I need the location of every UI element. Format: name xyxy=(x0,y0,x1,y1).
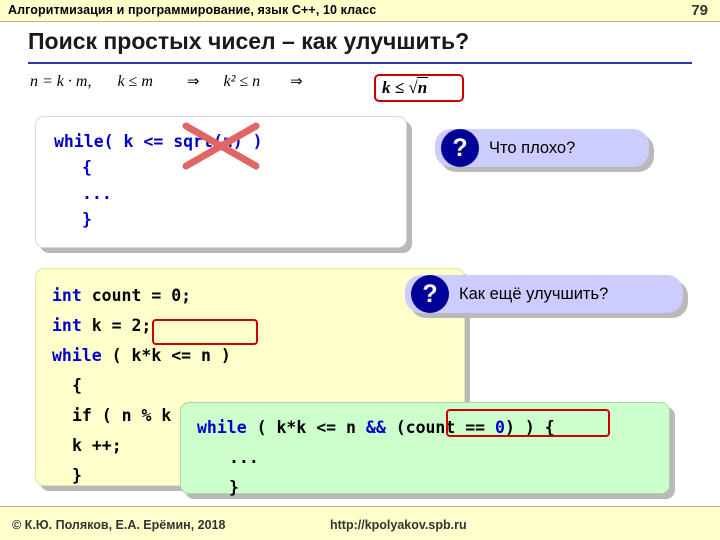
callout-2-text: Как ещё улучшить? xyxy=(459,284,609,303)
code2-line-2: int k = 2; xyxy=(52,311,464,341)
code3-line-1-keyword: while xyxy=(197,418,247,437)
code2-line-3-rest: ( k*k <= n ) xyxy=(101,346,231,365)
formula-boxed-radicand: n xyxy=(416,77,429,97)
formula-part-2: k ≤ m xyxy=(117,73,153,90)
formula-boxed-prefix: k ≤ xyxy=(382,78,409,97)
formula-part-1: n = k · m, xyxy=(30,73,92,90)
implies-arrow-1: ⇒ xyxy=(186,72,200,90)
code3-line-3: } xyxy=(229,478,239,497)
code1-line-4: } xyxy=(82,210,92,229)
code2-line-1: int count = 0; xyxy=(52,281,464,311)
question-mark-icon: ? xyxy=(441,129,479,167)
question-mark-icon-2: ? xyxy=(411,275,449,313)
formula-boxed: k ≤ √n xyxy=(382,77,429,98)
code2-line-1-keyword: int xyxy=(52,286,82,305)
code1-line-3: ... xyxy=(82,184,112,203)
code3-line-1-and: && xyxy=(365,418,386,437)
course-title: Алгоритмизация и программирование, язык … xyxy=(8,3,377,17)
title-divider xyxy=(28,62,692,64)
slide-number: 79 xyxy=(691,2,708,19)
code2-line-2-keyword: int xyxy=(52,316,82,335)
callout-what-is-wrong: ? Что плохо? xyxy=(435,129,649,167)
condition-highlight-box xyxy=(152,319,258,345)
footer-copyright: © К.Ю. Поляков, Е.А. Ерёмин, 2018 xyxy=(12,518,226,532)
code2-line-3-keyword: while xyxy=(52,346,102,365)
code2-line-2-rest: k = 2; xyxy=(81,316,152,335)
code2-line-3: while ( k*k <= n ) xyxy=(52,341,464,371)
code2-line-4: { xyxy=(72,376,82,395)
callout-1-text: Что плохо? xyxy=(489,138,576,157)
formula-part-3: k² ≤ n xyxy=(223,73,261,90)
page-title: Поиск простых чисел – как улучшить? xyxy=(28,28,470,54)
code3-line-2: ... xyxy=(229,448,259,467)
condition-highlight-box-2 xyxy=(446,409,610,437)
callout-how-to-improve: ? Как ещё улучшить? xyxy=(405,275,683,313)
implies-arrow-2: ⇒ xyxy=(290,72,303,90)
footer-url: http://kpolyakov.spb.ru xyxy=(330,518,467,532)
code2-line-1-rest: count = 0; xyxy=(81,286,192,305)
red-cross-icon xyxy=(182,122,260,170)
code3-line-1-mid: ( k*k <= n xyxy=(246,418,366,437)
